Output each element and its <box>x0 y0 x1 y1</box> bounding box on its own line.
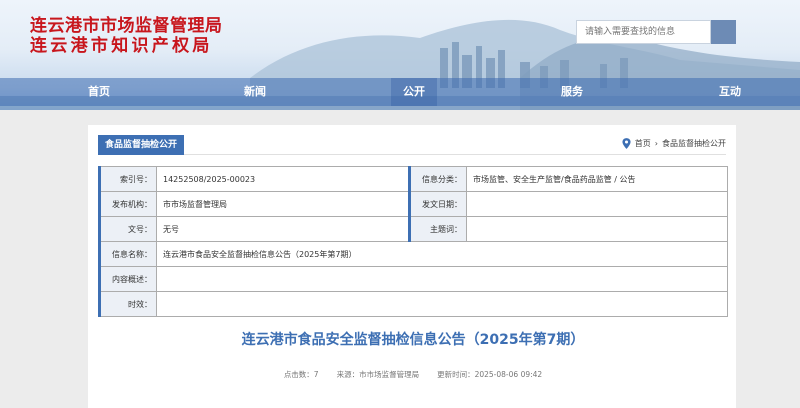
summary-label: 内容概述： <box>98 266 157 292</box>
name-value: 连云港市食品安全监督抽检信息公告（2025年第7期） <box>156 241 728 267</box>
table-row: 索引号： 14252508/2025-00023 信息分类： 市场监管、安全生产… <box>98 166 728 192</box>
breadcrumb: 首页 › 食品监督抽检公开 <box>622 138 726 149</box>
category-label: 信息分类： <box>408 166 467 192</box>
category-value: 市场监管、安全生产监管/食品药品监管 / 公告 <box>466 166 728 192</box>
section-tab[interactable]: 食品监督抽检公开 <box>98 135 185 155</box>
subject-label: 主题词： <box>408 216 467 242</box>
document-meta: 点击数：7 来源：市市场监督管理局 更新时间：2025-08-06 09:42 <box>98 369 728 380</box>
breadcrumb-current[interactable]: 食品监督抽检公开 <box>662 138 726 149</box>
site-logo[interactable]: 连云港市市场监督管理局 连云港市知识产权局 <box>30 16 223 56</box>
index-value: 14252508/2025-00023 <box>156 166 410 192</box>
click-count: 点击数：7 <box>283 370 319 379</box>
location-pin-icon <box>622 138 631 149</box>
date-label: 发文日期： <box>408 191 467 217</box>
nav-item-home[interactable]: 首页 <box>88 78 110 106</box>
document-info-table: 索引号： 14252508/2025-00023 信息分类： 市场监管、安全生产… <box>98 166 728 317</box>
site-title-line2: 连云港市知识产权局 <box>30 36 213 56</box>
table-row: 时效： <box>98 291 728 317</box>
publisher-label: 发布机构： <box>98 191 157 217</box>
document-source: 来源：市市场监督管理局 <box>336 370 420 379</box>
date-value <box>466 191 728 217</box>
section-header: 食品监督抽检公开 首页 › 食品监督抽检公开 <box>98 135 726 155</box>
breadcrumb-separator: › <box>654 139 658 148</box>
breadcrumb-home[interactable]: 首页 <box>635 138 651 149</box>
nav-item-interaction[interactable]: 互动 <box>719 78 741 106</box>
docno-label: 文号： <box>98 216 157 242</box>
effect-value <box>156 291 728 317</box>
summary-value <box>156 266 728 292</box>
publisher-value: 市市场监督管理局 <box>156 191 410 217</box>
docno-value: 无号 <box>156 216 410 242</box>
table-row: 内容概述： <box>98 266 728 292</box>
nav-item-services[interactable]: 服务 <box>561 78 583 106</box>
search-input[interactable] <box>576 20 711 44</box>
content-card: 食品监督抽检公开 首页 › 食品监督抽检公开 索引号： 14252508/202… <box>88 125 736 408</box>
effect-label: 时效： <box>98 291 157 317</box>
site-header: 连云港市市场监督管理局 连云港市知识产权局 首页 新闻 公开 服务 互动 <box>0 0 800 110</box>
name-label: 信息名称： <box>98 241 157 267</box>
site-search <box>576 20 736 44</box>
nav-item-news[interactable]: 新闻 <box>244 78 266 106</box>
main-nav: 首页 新闻 公开 服务 互动 <box>0 78 800 106</box>
table-row: 文号： 无号 主题词： <box>98 216 728 242</box>
nav-item-disclosure[interactable]: 公开 <box>391 78 437 106</box>
site-title-line1: 连云港市市场监督管理局 <box>30 16 223 36</box>
table-row: 信息名称： 连云港市食品安全监督抽检信息公告（2025年第7期） <box>98 241 728 267</box>
document-title: 连云港市食品安全监督抽检信息公告（2025年第7期） <box>241 332 585 348</box>
table-row: 发布机构： 市市场监督管理局 发文日期： <box>98 191 728 217</box>
index-label: 索引号： <box>98 166 157 192</box>
search-button[interactable] <box>711 20 736 44</box>
subject-value <box>466 216 728 242</box>
update-time: 更新时间：2025-08-06 09:42 <box>437 370 543 379</box>
